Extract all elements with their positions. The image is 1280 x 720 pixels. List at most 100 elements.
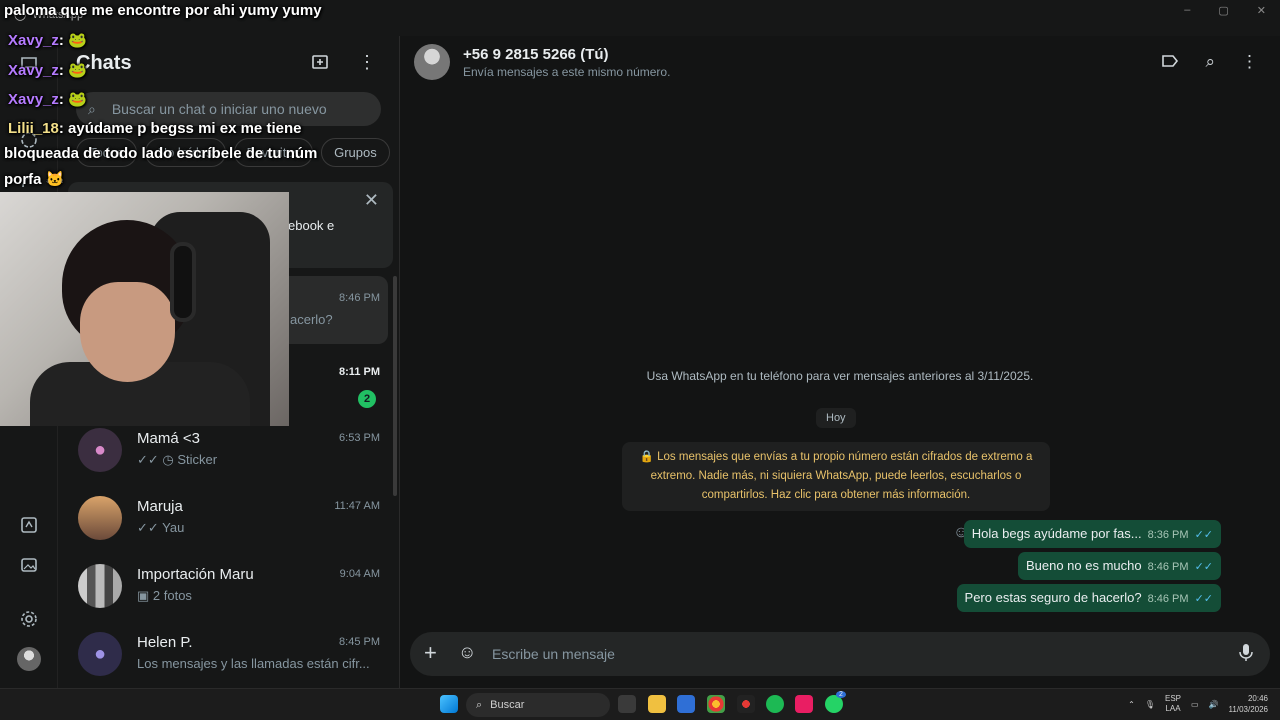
- message-text: Pero estas seguro de hacerlo?: [964, 590, 1142, 605]
- store-icon[interactable]: [677, 695, 695, 713]
- chat-overlay-line: Xavy_z: 🐸: [8, 31, 87, 49]
- message-time: 8:36 PM: [1147, 529, 1189, 541]
- webcam-overlay: [0, 192, 289, 426]
- encryption-notice[interactable]: 🔒 Los mensajes que envías a tu propio nú…: [622, 442, 1050, 511]
- avatar: [17, 647, 41, 671]
- taskbar: ⌕ Buscar 2 ⌃ 🎙 ESP LAA ▭ 🔊 20:46 11/03/2…: [0, 688, 1280, 720]
- chevron-up-icon[interactable]: ⌃: [1128, 700, 1135, 709]
- chat-name: Helen P.: [137, 634, 193, 651]
- chat-time: 8:46 PM: [339, 292, 380, 304]
- obs-icon[interactable]: [737, 695, 755, 713]
- headset: [170, 242, 196, 322]
- chat-time: 11:47 AM: [334, 500, 380, 512]
- list-item[interactable]: ● Mamá <3 6:53 PM ✓✓ ◷ Sticker: [68, 416, 388, 484]
- starred-icon[interactable]: [17, 513, 41, 537]
- message-input[interactable]: Escribe un mensaje: [492, 646, 615, 662]
- person-icon: ●: [78, 632, 122, 676]
- taskbar-search[interactable]: ⌕ Buscar: [466, 693, 610, 717]
- message-text: Hola begs ayúdame por fas...: [971, 526, 1142, 541]
- minimize-button[interactable]: –: [1184, 4, 1190, 17]
- chat-time: 9:04 AM: [339, 568, 380, 580]
- conversation-header[interactable]: +56 9 2815 5266 (Tú) Envía mensajes a es…: [400, 36, 1280, 88]
- chat-overlay-user: Lilii_18: [8, 120, 59, 137]
- clock[interactable]: 20:46 11/03/2026: [1229, 693, 1268, 715]
- menu-icon[interactable]: ⋮: [358, 52, 376, 73]
- whatsapp-window: ◯ WhatsApp – ▢ ✕ Chats ⋮ ⌕ Buscar un cha…: [0, 0, 1280, 688]
- contact-subtitle: Envía mensajes a este mismo número.: [463, 65, 671, 79]
- chat-preview: Los mensajes y las llamadas están cifr..…: [137, 656, 370, 671]
- task-view-icon[interactable]: [618, 695, 636, 713]
- chat-overlay-user: Xavy_z: [8, 32, 59, 49]
- list-item[interactable]: Importación Maru 9:04 AM ▣ 2 fotos: [68, 552, 388, 620]
- start-icon[interactable]: [440, 695, 458, 713]
- chat-name: Mamá <3: [137, 430, 200, 447]
- chat-overlay-text: bloqueada de todo lado escríbele de tu n…: [4, 145, 318, 162]
- file-explorer-icon[interactable]: [648, 695, 666, 713]
- scrollbar[interactable]: [393, 276, 397, 496]
- overlay-top-line: paloma que me encontre por ahi yumy yumy: [4, 2, 322, 19]
- list-item[interactable]: Maruja 11:47 AM ✓✓ Yau: [68, 484, 388, 552]
- chat-overlay-text: : 🐸: [58, 91, 87, 108]
- avatar: [414, 44, 450, 80]
- chat-overlay-text: : 🐸: [58, 32, 87, 49]
- label-icon[interactable]: [1161, 52, 1179, 75]
- chat-preview: ✓✓ ◷ Sticker: [137, 452, 218, 467]
- message-time: 8:46 PM: [1147, 561, 1189, 573]
- conversation-panel: +56 9 2815 5266 (Tú) Envía mensajes a es…: [400, 36, 1280, 688]
- chat-preview: ✓✓ Yau: [137, 520, 185, 535]
- search-icon: ⌕: [88, 100, 96, 117]
- chat-name: Maruja: [137, 498, 183, 515]
- chat-overlay-text: : 🐸: [58, 62, 87, 79]
- read-tick-icon: ✓✓: [1194, 561, 1213, 573]
- message-bubble[interactable]: Hola begs ayúdame por fas... 8:36 PM ✓✓: [963, 520, 1221, 548]
- tiktok-icon[interactable]: [795, 695, 813, 713]
- chat-time: 8:11 PM: [339, 366, 380, 378]
- chat-overlay-line: Xavy_z: 🐸: [8, 61, 87, 79]
- list-item[interactable]: ● Helen P. 8:45 PM Los mensajes y las ll…: [68, 620, 388, 688]
- read-tick-icon: ✓✓: [1194, 529, 1213, 541]
- mic-icon[interactable]: 🎙: [1145, 700, 1155, 709]
- unread-badge: 2: [358, 390, 376, 408]
- search-icon[interactable]: ⌕: [1205, 52, 1215, 75]
- filter-groups[interactable]: Grupos: [321, 138, 390, 167]
- system-tray: ⌃ 🎙 ESP LAA ▭ 🔊 20:46 11/03/2026: [1128, 693, 1268, 715]
- chat-name: Importación Maru: [137, 566, 254, 583]
- language-indicator[interactable]: ESP LAA: [1165, 694, 1181, 714]
- message-text: Bueno no es mucho: [1025, 558, 1142, 573]
- avatar: [78, 564, 122, 608]
- chat-time: 8:45 PM: [339, 636, 380, 648]
- volume-icon[interactable]: 🔊: [1209, 700, 1219, 709]
- chat-preview: acerlo?: [290, 312, 333, 327]
- spotify-icon[interactable]: [766, 695, 784, 713]
- close-window-button[interactable]: ✕: [1257, 4, 1266, 17]
- day-divider: Hoy: [816, 408, 856, 428]
- mic-icon[interactable]: [1238, 642, 1254, 667]
- header-actions: ⌕ ⋮: [1161, 52, 1258, 75]
- chat-preview: ▣ 2 fotos: [137, 588, 192, 603]
- attach-icon[interactable]: +: [424, 640, 437, 666]
- message-bubble[interactable]: Pero estas seguro de hacerlo? 8:46 PM ✓✓: [956, 584, 1221, 612]
- chat-overlay-user: Xavy_z: [8, 91, 59, 108]
- settings-icon[interactable]: [17, 607, 41, 631]
- message-bubble[interactable]: Bueno no es mucho 8:46 PM ✓✓: [1017, 552, 1221, 580]
- chat-time: 6:53 PM: [339, 432, 380, 444]
- taskbar-badge: 2: [836, 691, 846, 698]
- maximize-button[interactable]: ▢: [1218, 4, 1228, 17]
- chat-overlay-line: Xavy_z: 🐸: [8, 90, 87, 108]
- banner-text: ebook e: [288, 218, 335, 233]
- menu-icon[interactable]: ⋮: [1241, 52, 1258, 75]
- new-chat-icon[interactable]: [310, 52, 330, 77]
- close-icon[interactable]: ✕: [364, 190, 379, 211]
- search-icon: ⌕: [476, 698, 483, 711]
- network-icon[interactable]: ▭: [1191, 700, 1199, 709]
- chat-overlay-user: Xavy_z: [8, 62, 59, 79]
- media-icon[interactable]: [17, 553, 41, 577]
- chat-overlay-line: Lilii_18: ayúdame p begss mi ex me tiene: [8, 120, 301, 137]
- chat-overlay-text: porfa 🐱: [4, 171, 65, 188]
- message-time: 8:46 PM: [1147, 593, 1189, 605]
- chat-overlay-text: : ayúdame p begss mi ex me tiene: [58, 120, 302, 137]
- chrome-icon[interactable]: [707, 695, 725, 713]
- profile-avatar[interactable]: [17, 647, 41, 671]
- person-face: [80, 282, 175, 382]
- sticker-icon[interactable]: ☺: [458, 642, 476, 663]
